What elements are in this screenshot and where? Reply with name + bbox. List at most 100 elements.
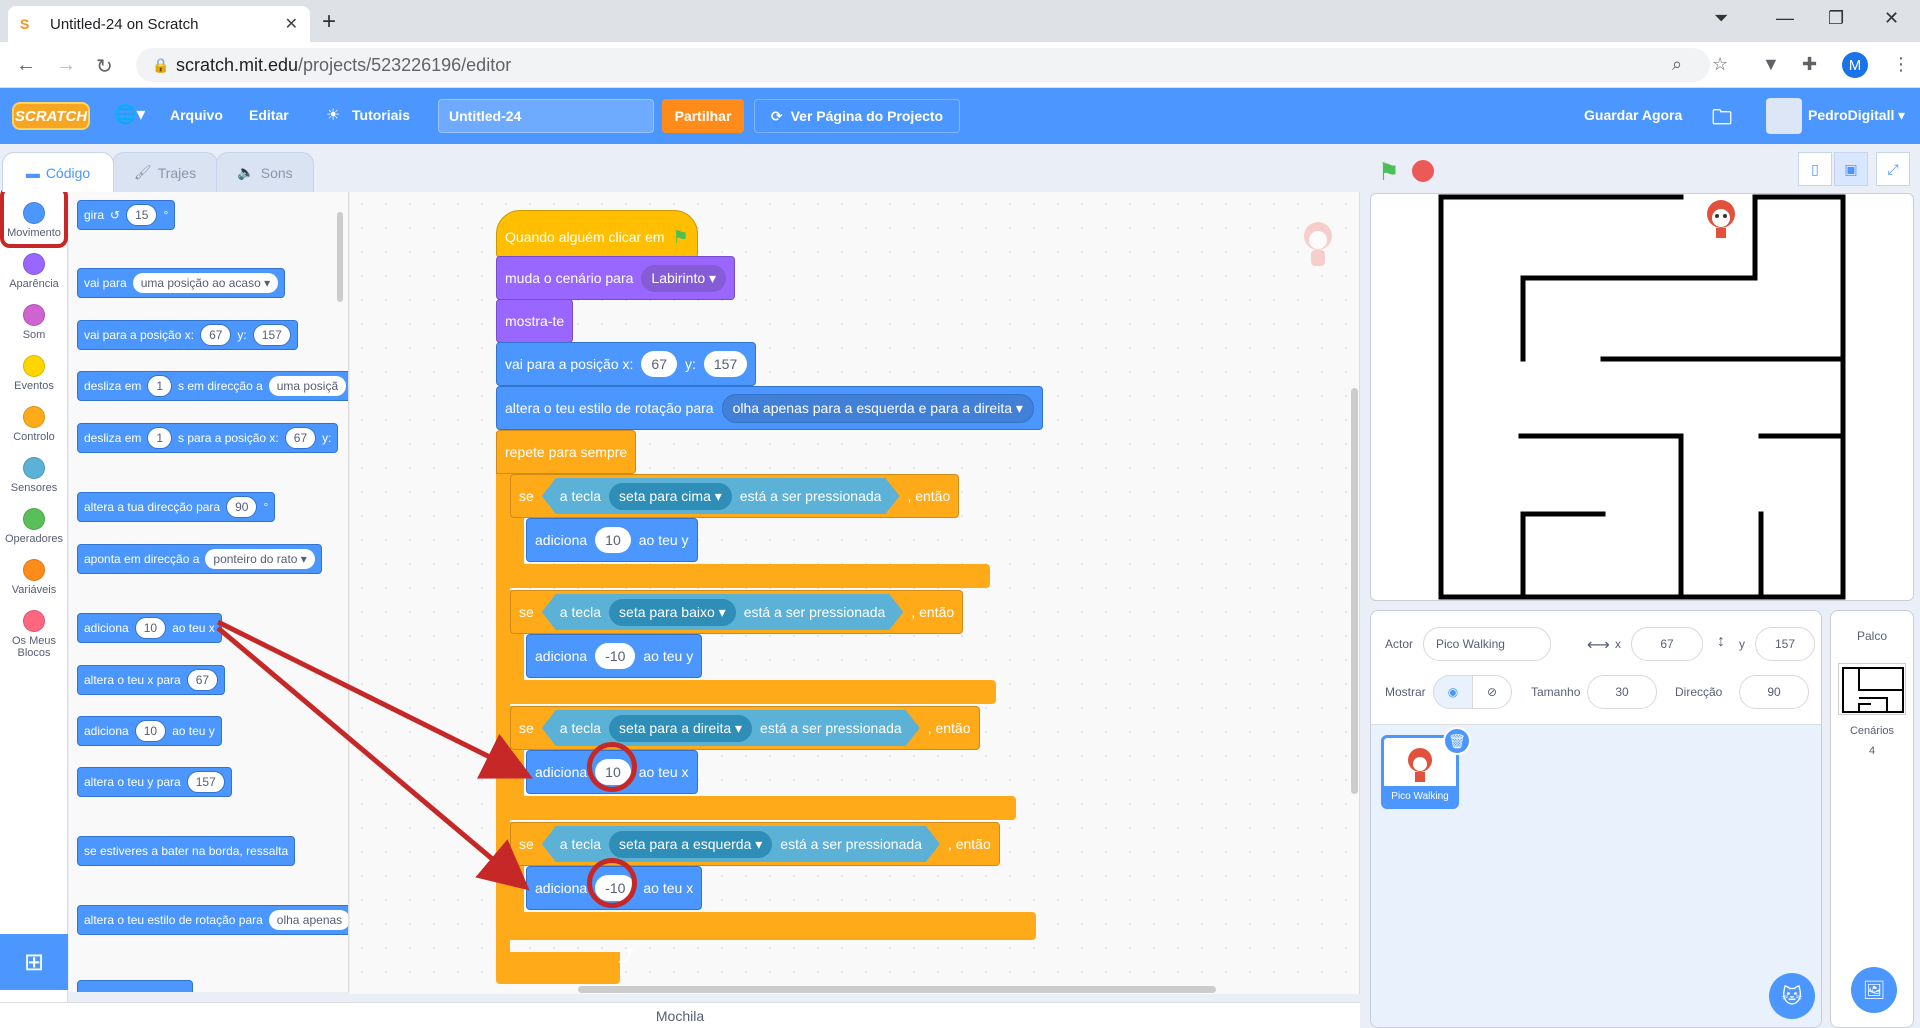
show-block[interactable]: mostra-te (496, 299, 574, 343)
key-dropdown[interactable]: seta para cima ▾ (609, 483, 732, 510)
tab-sounds[interactable]: 🔈 Sons (216, 152, 314, 192)
sprite-pico[interactable] (1707, 200, 1735, 238)
palette-turn-block[interactable]: gira ↺ 15 ° (77, 200, 176, 230)
block-input[interactable]: 1 (147, 427, 173, 449)
x-input[interactable]: 67 (641, 351, 677, 377)
username[interactable]: PedroDigitall (1808, 107, 1894, 123)
block-dropdown[interactable]: uma posição ao acaso ▾ (132, 273, 279, 293)
stage-selector[interactable]: Palco Cenários 4 🖼 (1830, 610, 1914, 1028)
palette-glide-to-block[interactable]: desliza em 1 s em direcção a uma posiçã (77, 371, 348, 401)
goto-xy-block[interactable]: vai para a posição x: 67 y: 157 (496, 342, 757, 386)
user-avatar[interactable] (1766, 98, 1802, 134)
category-operators[interactable]: Operadores (0, 508, 68, 545)
browser-menu-icon[interactable]: ⋮ (1892, 54, 1910, 75)
palette-gotoxy-block[interactable]: vai para a posição x: 67 y: 157 (77, 320, 298, 350)
y-input[interactable]: 157 (1755, 627, 1815, 661)
palette-change-x-block[interactable]: adiciona 10 ao teu x (77, 613, 222, 643)
choose-sprite-button[interactable]: 🐱 (1769, 973, 1815, 1019)
close-tab-icon[interactable]: ✕ (285, 14, 298, 34)
small-stage-button[interactable]: ▯ (1798, 152, 1832, 186)
size-input[interactable]: 30 (1587, 675, 1657, 709)
value-input[interactable]: 10 (595, 527, 631, 553)
block-input[interactable]: 67 (200, 324, 232, 346)
maximize-icon[interactable]: ❐ (1828, 8, 1844, 29)
block-input[interactable]: 10 (134, 720, 167, 742)
palette-point-direction-block[interactable]: altera a tua direcção para 90 ° (77, 492, 276, 522)
stop-button[interactable] (1412, 160, 1434, 182)
palette-goto-block[interactable]: vai para uma posição ao acaso ▾ (77, 268, 286, 298)
category-events[interactable]: Eventos (0, 355, 68, 392)
new-tab-icon[interactable]: + (322, 8, 336, 36)
change-y-down-block[interactable]: adiciona -10 ao teu y (526, 634, 703, 678)
key-dropdown[interactable]: seta para a esquerda ▾ (609, 831, 772, 858)
tab-costumes[interactable]: 🖌 Trajes (112, 152, 218, 192)
block-input[interactable]: 15 (126, 204, 158, 226)
normal-stage-button[interactable]: ▣ (1834, 152, 1868, 186)
scratch-logo[interactable]: SCRATCH (12, 102, 90, 130)
menu-file[interactable]: Arquivo (170, 107, 223, 123)
delete-sprite-button[interactable]: 🗑 (1443, 727, 1471, 755)
sprite-name-input[interactable]: Pico Walking (1423, 627, 1551, 661)
key-dropdown[interactable]: seta para a direita ▾ (609, 715, 752, 742)
code-vscrollbar[interactable] (1351, 388, 1358, 794)
profile-avatar[interactable]: M (1842, 52, 1868, 78)
extensions-puzzle-icon[interactable]: ✚ (1802, 54, 1817, 75)
my-stuff-folder-icon[interactable]: 🗀 (1712, 103, 1732, 137)
user-menu-chevron-icon[interactable]: ▾ (1898, 107, 1905, 124)
add-extension-button[interactable]: ⊞ (0, 934, 68, 990)
category-variables[interactable]: Variáveis (0, 559, 68, 596)
switch-backdrop-block[interactable]: muda o cenário para Labirinto ▾ (496, 256, 736, 300)
palette-rotation-style-block[interactable]: altera o teu estilo de rotação para olha … (77, 905, 348, 935)
block-dropdown[interactable]: olha apenas (268, 910, 348, 930)
key-dropdown[interactable]: seta para baixo ▾ (609, 599, 736, 626)
when-flag-clicked-block[interactable]: Quando alguém clicar em ⚑ (496, 210, 698, 258)
fullscreen-button[interactable]: ⤢ (1876, 152, 1910, 186)
if-down-block[interactable]: se a tecla seta para baixo ▾ está a ser pre… (510, 590, 964, 634)
browser-tab[interactable]: S Untitled-24 on Scratch ✕ (8, 6, 310, 42)
menu-tutorials[interactable]: Tutoriais (352, 107, 410, 123)
block-input[interactable]: 157 (186, 771, 225, 793)
backdrop-dropdown[interactable]: Labirinto ▾ (641, 264, 727, 292)
change-y-up-block[interactable]: adiciona 10 ao teu y (526, 518, 698, 562)
code-hscrollbar[interactable] (578, 986, 1216, 993)
direction-input[interactable]: 90 (1739, 675, 1809, 709)
back-icon[interactable]: ← (16, 54, 36, 77)
category-sensing[interactable]: Sensores (0, 457, 68, 494)
project-title-input[interactable]: Untitled-24 (438, 99, 654, 133)
block-input[interactable]: 90 (226, 496, 258, 518)
category-looks[interactable]: Aparência (0, 253, 68, 290)
x-input[interactable]: 67 (1631, 627, 1703, 661)
palette-set-y-block[interactable]: altera o teu y para 157 (77, 767, 232, 797)
palette-bounce-block[interactable]: se estiveres a bater na borda, ressalta (77, 836, 296, 866)
url-field[interactable]: 🔒 scratch.mit.edu/projects/523226196/edi… (136, 48, 1710, 82)
block-input[interactable]: 67 (186, 669, 219, 691)
rotation-style-dropdown[interactable]: olha apenas para a esquerda e para a dir… (721, 393, 1034, 423)
palette-glide-xy-block[interactable]: desliza em 1 s para a posição x: 67 y: (77, 423, 339, 453)
extension-icon[interactable]: ▼ (1762, 54, 1780, 75)
save-now-button[interactable]: Guardar Agora (1584, 107, 1682, 123)
choose-backdrop-button[interactable]: 🖼 (1851, 967, 1897, 1013)
if-up-block[interactable]: se a tecla seta para cima ▾ está a ser pres… (510, 474, 960, 518)
bookmark-star-icon[interactable]: ☆ (1712, 54, 1728, 75)
see-project-page-button[interactable]: ⟳ Ver Página do Projecto (754, 99, 960, 133)
value-input[interactable]: -10 (595, 643, 636, 669)
forward-icon[interactable]: → (56, 54, 76, 77)
category-sound[interactable]: Som (0, 304, 68, 341)
if-right-block[interactable]: se a tecla seta para a direita ▾ está a ser… (510, 706, 980, 750)
palette-partial-block[interactable] (77, 980, 193, 992)
hide-button[interactable]: ⊘ (1472, 675, 1512, 709)
y-input[interactable]: 157 (703, 351, 748, 377)
language-globe-icon[interactable]: 🌐▾ (114, 104, 145, 125)
share-button[interactable]: Partilhar (662, 99, 744, 133)
block-dropdown[interactable]: ponteiro do rato ▾ (205, 549, 315, 569)
stage-canvas[interactable] (1370, 193, 1914, 601)
green-flag-button[interactable]: ⚑ (1378, 158, 1400, 187)
key-pressed-left[interactable]: a tecla seta para a esquerda ▾ está a ser … (542, 826, 940, 862)
key-pressed-down[interactable]: a tecla seta para baixo ▾ está a ser press… (542, 594, 904, 630)
key-pressed-right[interactable]: a tecla seta para a direita ▾ está a ser p… (542, 710, 920, 746)
minimize-icon[interactable]: — (1776, 8, 1794, 29)
block-input[interactable]: 157 (252, 324, 291, 346)
forever-block[interactable]: repete para sempre (496, 430, 637, 474)
block-input[interactable]: 10 (134, 617, 167, 639)
key-pressed-up[interactable]: a tecla seta para cima ▾ está a ser pressi… (542, 478, 900, 514)
